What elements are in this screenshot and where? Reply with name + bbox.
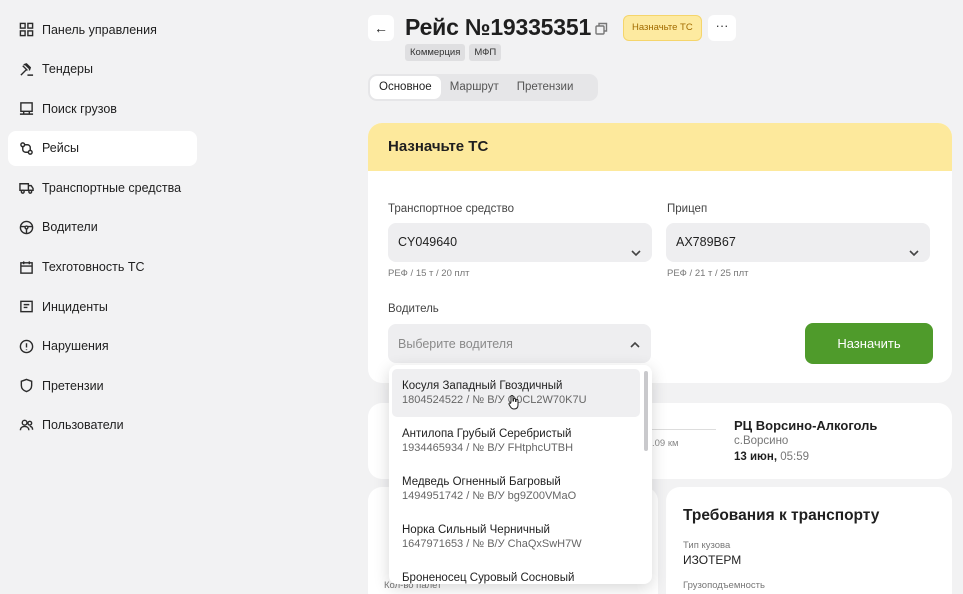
tag-commerce: Коммерция	[405, 44, 466, 61]
driver-option[interactable]: Броненосец Суровый Сосновый	[392, 561, 640, 584]
chevron-up-icon[interactable]	[629, 338, 641, 350]
sidebar-item-vehicles[interactable]: Транспортные средства	[8, 170, 197, 205]
sidebar-item-label: Нарушения	[42, 339, 109, 354]
vehicle-hint: РЕФ / 15 т / 20 плт	[388, 268, 470, 279]
incident-icon	[18, 299, 34, 315]
calendar-icon	[18, 259, 34, 275]
sidebar-item-label: Панель управления	[42, 22, 157, 37]
driver-label: Водитель	[388, 303, 439, 315]
body-type-label: Тип кузова	[683, 540, 731, 551]
assign-card-title: Назначьте ТС	[368, 123, 952, 171]
tag-mfp: МФП	[469, 44, 502, 61]
tag-list: Коммерция МФП	[405, 44, 502, 61]
sidebar-item-tech-readiness[interactable]: Техготовность ТС	[8, 250, 197, 285]
dropdown-scrollbar[interactable]	[644, 371, 648, 451]
route-time: 05:59	[780, 451, 810, 463]
sidebar-item-claims[interactable]: Претензии	[8, 368, 197, 403]
sidebar-item-tenders[interactable]: Тендеры	[8, 52, 197, 87]
vehicle-label: Транспортное средство	[388, 203, 515, 215]
sidebar-item-label: Пользователи	[42, 418, 124, 433]
capacity-label: Грузоподъемность	[683, 580, 765, 591]
trailer-label: Прицеп	[667, 203, 708, 215]
steering-wheel-icon	[18, 219, 34, 235]
sidebar-item-label: Инциденты	[42, 299, 108, 314]
driver-option-details: 1804524522 / № В/У O0CL2W70K7U	[402, 394, 587, 406]
users-icon	[18, 417, 34, 433]
sidebar-item-violations[interactable]: Нарушения	[8, 329, 197, 364]
route-date-value: 13 июн,	[734, 451, 778, 463]
cargo-search-icon	[18, 101, 34, 117]
assign-vehicle-card: Назначьте ТС Транспортное средство CY049…	[368, 123, 952, 383]
driver-option-name: Броненосец Суровый Сосновый	[402, 572, 575, 584]
sidebar-item-trips[interactable]: Рейсы	[8, 130, 197, 166]
assign-button[interactable]: Назначить	[805, 323, 933, 364]
sidebar-item-label: Рейсы	[42, 141, 79, 156]
route-date: 13 июн, 05:59	[734, 451, 809, 463]
tab-bar: Основное Маршрут Претензии	[368, 74, 598, 101]
driver-option[interactable]: Антилопа Грубый Серебристый 1934465934 /…	[392, 417, 640, 465]
sidebar-item-users[interactable]: Пользователи	[8, 408, 197, 443]
tab-main[interactable]: Основное	[370, 76, 441, 99]
sidebar-item-label: Водители	[42, 220, 98, 235]
transport-requirements-card: Требования к транспорту Тип кузова ИЗОТЕ…	[666, 487, 952, 594]
driver-input[interactable]	[388, 324, 651, 363]
tab-claims[interactable]: Претензии	[508, 76, 583, 99]
driver-option-name: Косуля Западный Гвоздичный	[402, 380, 563, 392]
sidebar-item-label: Техготовность ТС	[42, 260, 145, 275]
body-type-value: ИЗОТЕРМ	[683, 553, 742, 567]
route-divider	[651, 429, 716, 430]
gavel-icon	[18, 61, 34, 77]
trailer-hint: РЕФ / 21 т / 25 плт	[667, 268, 749, 279]
sidebar-item-drivers[interactable]: Водители	[8, 210, 197, 245]
sidebar-item-incidents[interactable]: Инциденты	[8, 289, 197, 324]
chevron-down-icon	[630, 236, 642, 257]
driver-option-name: Медведь Огненный Багровый	[402, 476, 561, 488]
hand-cursor-icon	[508, 395, 519, 410]
vehicle-select[interactable]: CY049640	[388, 223, 652, 262]
driver-option[interactable]: Медведь Огненный Багровый 1494951742 / №…	[392, 465, 640, 513]
status-badge: Назначьте ТС	[623, 15, 702, 41]
page-title: Рейс №19335351	[405, 14, 592, 40]
driver-option-name: Антилопа Грубый Серебристый	[402, 428, 572, 440]
driver-option[interactable]: Норка Сильный Черничный 1647971653 / № В…	[392, 513, 640, 561]
shield-icon	[18, 378, 34, 394]
driver-option-details: 1934465934 / № В/У FHtphcUTBH	[402, 442, 574, 454]
truck-icon	[18, 180, 34, 196]
trailer-select[interactable]: AX789B67	[666, 223, 930, 262]
vehicle-value: CY049640	[398, 235, 458, 249]
driver-option-details: 1494951742 / № В/У bg9Z00VMaO	[402, 490, 577, 502]
driver-option-name: Норка Сильный Черничный	[402, 524, 550, 536]
route-distance: .09 км	[652, 438, 679, 449]
alert-icon	[18, 338, 34, 354]
sidebar-item-label: Претензии	[42, 378, 104, 393]
trailer-value: AX789B67	[676, 235, 736, 249]
sidebar-item-dashboard[interactable]: Панель управления	[8, 12, 197, 47]
route-destination: РЦ Ворсино-Алкоголь	[734, 418, 878, 433]
sidebar: Панель управления Тендеры Поиск грузов Р…	[0, 0, 205, 594]
requirements-title: Требования к транспорту	[683, 507, 880, 524]
sidebar-item-cargo-search[interactable]: Поиск грузов	[8, 91, 197, 126]
back-button[interactable]: ←	[368, 15, 394, 41]
driver-option-details: 1647971653 / № В/У ChaQxSwH7W	[402, 538, 582, 550]
sidebar-item-label: Транспортные средства	[42, 180, 182, 195]
dashboard-icon	[18, 22, 34, 38]
route-city: с.Ворсино	[734, 435, 789, 447]
sidebar-item-label: Тендеры	[42, 62, 93, 77]
more-button[interactable]: ···	[708, 15, 736, 41]
sidebar-item-label: Поиск грузов	[42, 101, 117, 116]
route-icon	[18, 140, 34, 156]
tab-route[interactable]: Маршрут	[441, 76, 508, 99]
chevron-down-icon	[908, 236, 920, 257]
copy-icon[interactable]	[595, 22, 608, 35]
